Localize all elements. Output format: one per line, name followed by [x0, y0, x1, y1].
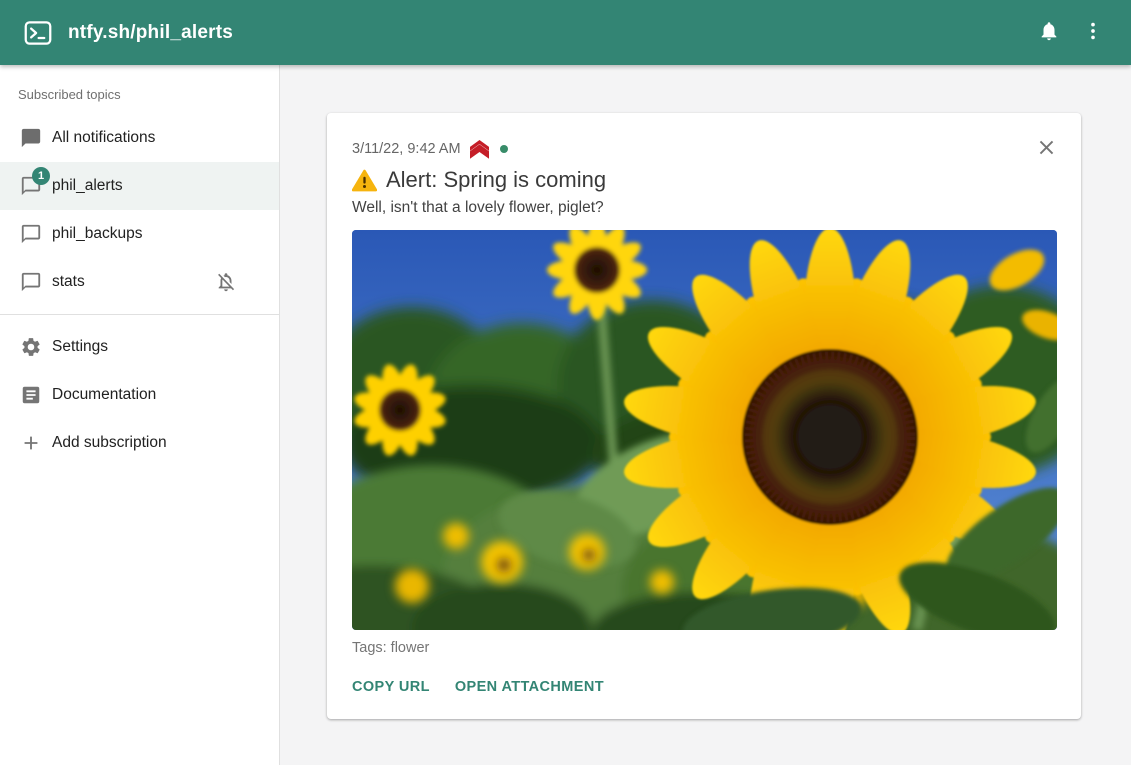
- chat-bubble-outline-icon: [20, 223, 42, 245]
- notification-timestamp: 3/11/22, 9:42 AM: [352, 141, 461, 157]
- sidebar-item-phil-alerts[interactable]: 1 phil_alerts: [0, 162, 279, 210]
- sidebar-item-label: Documentation: [52, 386, 263, 404]
- chat-bubble-outline-icon: 1: [20, 175, 42, 197]
- plus-icon: [20, 432, 42, 454]
- sidebar-item-settings[interactable]: Settings: [0, 323, 279, 371]
- sidebar-item-label: All notifications: [52, 129, 263, 147]
- close-notification-button[interactable]: [1032, 135, 1060, 163]
- overflow-menu-button[interactable]: [1071, 11, 1115, 55]
- open-attachment-button[interactable]: OPEN ATTACHMENT: [455, 677, 604, 697]
- chat-bubble-outline-icon: [20, 271, 42, 293]
- sidebar-item-phil-backups[interactable]: phil_backups: [0, 210, 279, 258]
- unread-dot: [500, 145, 508, 153]
- notification-tags: Tags: flower: [352, 640, 1057, 656]
- notification-title-row: Alert: Spring is coming: [352, 167, 1057, 193]
- subscribed-topics-label: Subscribed topics: [0, 65, 279, 114]
- app-bar-actions: [1027, 11, 1131, 55]
- chat-bubble-filled-icon: [20, 127, 42, 149]
- notification-title: Alert: Spring is coming: [386, 167, 606, 193]
- app-title: ntfy.sh/phil_alerts: [68, 22, 233, 44]
- close-icon: [1035, 136, 1058, 162]
- sidebar-item-label: Add subscription: [52, 434, 263, 452]
- sidebar: Subscribed topics All notifications 1 ph…: [0, 65, 280, 765]
- triple-chevron-up-max-priority-icon: [468, 140, 491, 159]
- terminal-logo-icon: [23, 18, 53, 48]
- warning-triangle-emoji-icon: [352, 169, 377, 192]
- main-content: 3/11/22, 9:42 AM: [280, 65, 1131, 765]
- notification-card: 3/11/22, 9:42 AM: [327, 113, 1081, 719]
- sidebar-item-label: Settings: [52, 338, 263, 356]
- notifications-bell-button[interactable]: [1027, 11, 1071, 55]
- gear-icon: [20, 336, 42, 358]
- notification-header: 3/11/22, 9:42 AM: [352, 139, 1057, 159]
- bell-off-icon: [215, 271, 237, 293]
- notification-actions: COPY URL OPEN ATTACHMENT: [352, 677, 1057, 697]
- sidebar-item-label: phil_alerts: [52, 177, 263, 195]
- kebab-menu-icon: [1082, 20, 1104, 45]
- sidebar-item-label: stats: [52, 273, 215, 291]
- sidebar-divider: [0, 314, 279, 315]
- attachment-image-sunflowers[interactable]: [352, 230, 1057, 630]
- sidebar-item-all-notifications[interactable]: All notifications: [0, 114, 279, 162]
- sidebar-item-add-subscription[interactable]: Add subscription: [0, 419, 279, 467]
- sidebar-item-stats[interactable]: stats: [0, 258, 279, 306]
- unread-count-badge: 1: [32, 167, 50, 185]
- sidebar-item-label: phil_backups: [52, 225, 263, 243]
- bell-icon: [1038, 20, 1060, 45]
- app-bar: ntfy.sh/phil_alerts: [0, 0, 1131, 65]
- article-icon: [20, 384, 42, 406]
- copy-url-button[interactable]: COPY URL: [352, 677, 430, 697]
- app-bar-left: ntfy.sh/phil_alerts: [0, 18, 233, 48]
- notification-body: Well, isn't that a lovely flower, piglet…: [352, 199, 1057, 217]
- sidebar-item-documentation[interactable]: Documentation: [0, 371, 279, 419]
